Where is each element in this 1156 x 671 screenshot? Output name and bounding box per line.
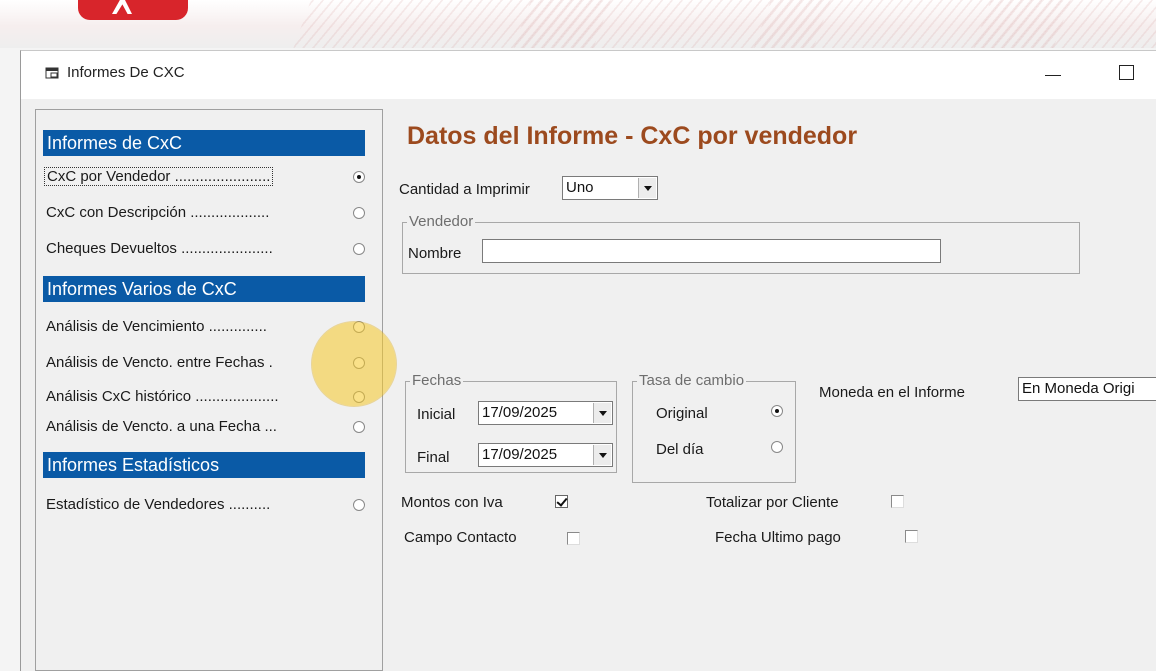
report-heading: Datos del Informe - CxC por vendedor: [407, 122, 858, 150]
option-cheques-devueltos[interactable]: Cheques Devueltos ......................: [43, 238, 365, 260]
nombre-input[interactable]: [482, 239, 941, 263]
cursor-highlight: [312, 322, 396, 406]
maximize-icon[interactable]: [1119, 65, 1134, 80]
fecha-inicial-picker[interactable]: 17/09/2025: [478, 401, 613, 425]
fecha-final-picker[interactable]: 17/09/2025: [478, 443, 613, 467]
moneda-label: Moneda en el Informe: [819, 384, 965, 401]
montos-iva-checkbox[interactable]: [555, 495, 568, 508]
option-estadistico-vendedores[interactable]: Estadístico de Vendedores ..........: [43, 494, 365, 516]
title-bar: Informes De CXC: [21, 51, 1156, 99]
radio-button[interactable]: [353, 171, 365, 183]
montos-iva-label: Montos con Iva: [401, 494, 503, 511]
section-header-informes-cxc: Informes de CxC: [43, 130, 365, 156]
campo-contacto-checkbox[interactable]: [567, 532, 580, 545]
tasa-original-radio[interactable]: [771, 405, 783, 417]
fecha-final-label: Final: [417, 449, 450, 466]
tasa-deldia-label: Del día: [656, 441, 704, 458]
tasa-original-label: Original: [656, 405, 708, 422]
section-header-informes-varios: Informes Varios de CxC: [43, 276, 365, 302]
dropdown-arrow-icon[interactable]: [638, 178, 656, 198]
option-cxc-con-descripcion[interactable]: CxC con Descripción ...................: [43, 202, 365, 224]
window-title: Informes De CXC: [67, 64, 185, 81]
app-window-icon: [45, 67, 59, 79]
campo-contacto-label: Campo Contacto: [404, 529, 517, 546]
brand-logo: [78, 0, 188, 20]
option-analisis-vencimiento[interactable]: Análisis de Vencimiento ..............: [43, 316, 365, 338]
option-analisis-vencto-una-fecha[interactable]: Análisis de Vencto. a una Fecha ...: [43, 416, 365, 438]
fecha-inicial-label: Inicial: [417, 406, 456, 423]
cantidad-select[interactable]: Uno: [562, 176, 658, 200]
option-analisis-cxc-historico[interactable]: Análisis CxC histórico .................…: [43, 386, 365, 408]
moneda-select[interactable]: En Moneda Origi: [1018, 377, 1156, 401]
cantidad-label: Cantidad a Imprimir: [399, 181, 530, 198]
radio-button[interactable]: [353, 207, 365, 219]
radio-button[interactable]: [353, 421, 365, 433]
tasa-cambio-group: Tasa de cambio: [632, 372, 796, 483]
radio-button[interactable]: [353, 499, 365, 511]
totalizar-cliente-checkbox[interactable]: [891, 495, 904, 508]
dropdown-arrow-icon[interactable]: [593, 445, 611, 465]
informes-cxc-window: Informes De CXC Informes de CxC CxC por …: [20, 50, 1156, 671]
fecha-ultimo-pago-label: Fecha Ultimo pago: [715, 529, 841, 546]
dropdown-arrow-icon[interactable]: [593, 403, 611, 423]
nombre-label: Nombre: [408, 245, 462, 262]
tasa-deldia-radio[interactable]: [771, 441, 783, 453]
section-header-informes-estadisticos: Informes Estadísticos: [43, 452, 365, 478]
background-banner: [0, 0, 1156, 48]
totalizar-cliente-label: Totalizar por Cliente: [706, 494, 839, 511]
option-cxc-por-vendedor[interactable]: CxC por Vendedor .......................: [43, 166, 365, 188]
minimize-icon[interactable]: [1041, 63, 1065, 87]
radio-button[interactable]: [353, 243, 365, 255]
fecha-ultimo-pago-checkbox[interactable]: [905, 530, 918, 543]
